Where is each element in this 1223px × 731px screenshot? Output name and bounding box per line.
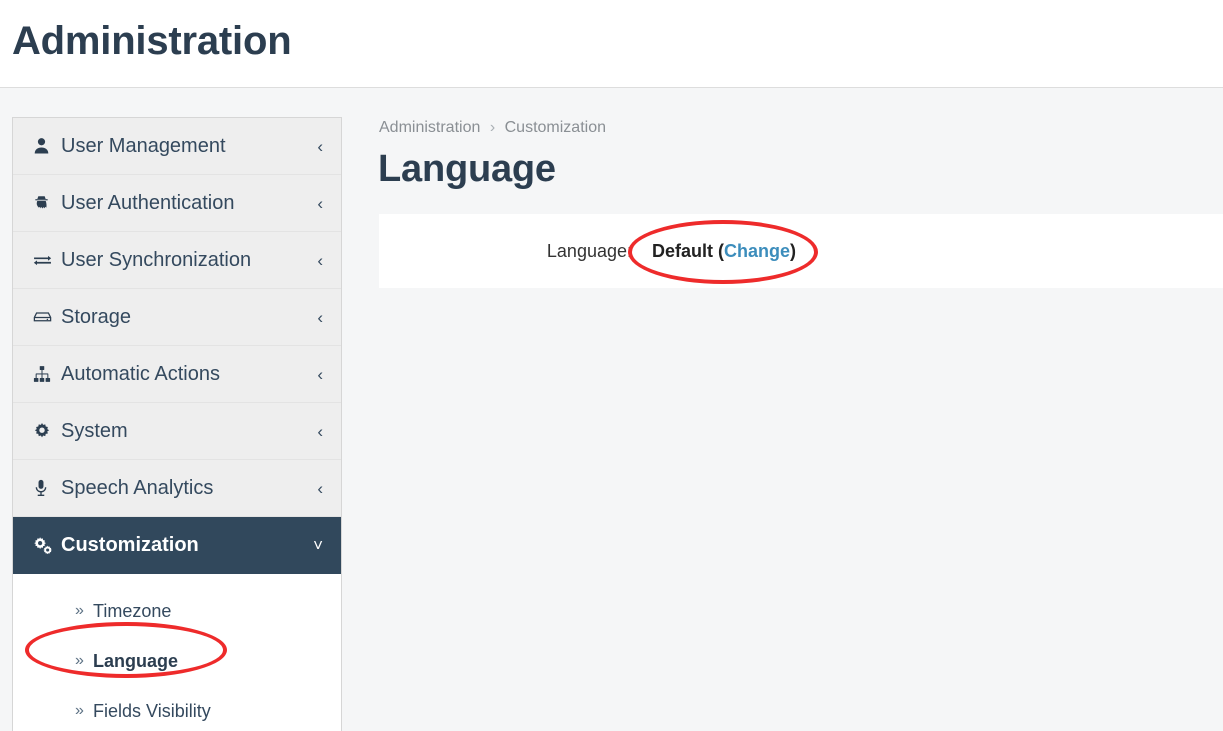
submenu-item-language[interactable]: » Language [13,636,341,686]
gear-icon [33,422,61,440]
language-current-value: Default [652,241,714,261]
chevron-left-icon: ‹ [317,478,323,498]
language-label: Language: [546,241,632,261]
content-title: Language [378,148,556,190]
submenu-item-fields-visibility[interactable]: » Fields Visibility [13,686,341,731]
breadcrumb-root[interactable]: Administration [379,119,480,136]
chevron-left-icon: ‹ [317,193,323,213]
chevron-left-icon: ‹ [317,421,323,441]
breadcrumb-separator-icon: › [489,119,496,136]
user-icon [33,137,61,155]
chevron-left-icon: ‹ [317,250,323,270]
submenu-item-timezone[interactable]: » Timezone [13,586,341,636]
cogs-icon [33,536,61,554]
customization-submenu: » Timezone » Language » Fields Visibilit… [13,574,341,731]
sidebar-item-user-synchronization[interactable]: User Synchronization ‹ [13,232,341,289]
double-angle-right-icon: » [75,652,84,669]
sidebar-item-user-authentication[interactable]: User Authentication ‹ [13,175,341,232]
hdd-icon [33,308,61,326]
page-title: Administration [12,19,292,63]
close-paren: ) [790,241,797,261]
sidebar-item-label: Storage [61,306,132,328]
language-setting-row: Language: Default (Change) [379,239,1223,263]
breadcrumb: Administration › Customization [379,118,606,138]
language-value-group: Default (Change) [652,239,796,263]
sidebar-item-label: Automatic Actions [61,363,220,385]
sidebar-item-automatic-actions[interactable]: Automatic Actions ‹ [13,346,341,403]
chevron-left-icon: ‹ [317,136,323,156]
submenu-item-label: Fields Visibility [93,701,211,721]
administration-page: Administration User Management ‹ User Au… [0,0,1223,731]
sidebar-item-system[interactable]: System ‹ [13,403,341,460]
exchange-icon [33,251,61,269]
sidebar-item-speech-analytics[interactable]: Speech Analytics ‹ [13,460,341,517]
chevron-left-icon: ‹ [317,307,323,327]
sidebar-nav: User Management ‹ User Authentication ‹ … [12,117,342,731]
double-angle-right-icon: » [75,602,84,619]
change-language-link[interactable]: Change [724,241,790,261]
sidebar-item-label: User Authentication [61,192,235,214]
sidebar-item-label: System [61,420,128,442]
page-body: User Management ‹ User Authentication ‹ … [0,88,1223,731]
language-settings-panel: Language: Default (Change) [379,214,1223,288]
sidebar-item-label: User Synchronization [61,249,252,271]
submenu-item-label: Language [93,651,179,671]
main-content: Administration › Customization Language … [366,88,1223,731]
sitemap-icon [33,365,61,383]
double-angle-right-icon: » [75,702,84,719]
sidebar-item-user-management[interactable]: User Management ‹ [13,118,341,175]
sidebar-item-label: Customization [61,534,199,556]
submenu-item-label: Timezone [93,601,172,621]
user-secret-icon [33,194,61,212]
chevron-down-icon: ˅ [313,535,323,555]
sidebar-item-label: Speech Analytics [61,477,214,499]
sidebar-item-storage[interactable]: Storage ‹ [13,289,341,346]
breadcrumb-current[interactable]: Customization [505,119,606,136]
sidebar-item-label: User Management [61,135,226,157]
sidebar-item-customization[interactable]: Customization ˅ [13,517,341,574]
page-header: Administration [0,0,1223,88]
chevron-left-icon: ‹ [317,364,323,384]
microphone-icon [33,479,61,497]
